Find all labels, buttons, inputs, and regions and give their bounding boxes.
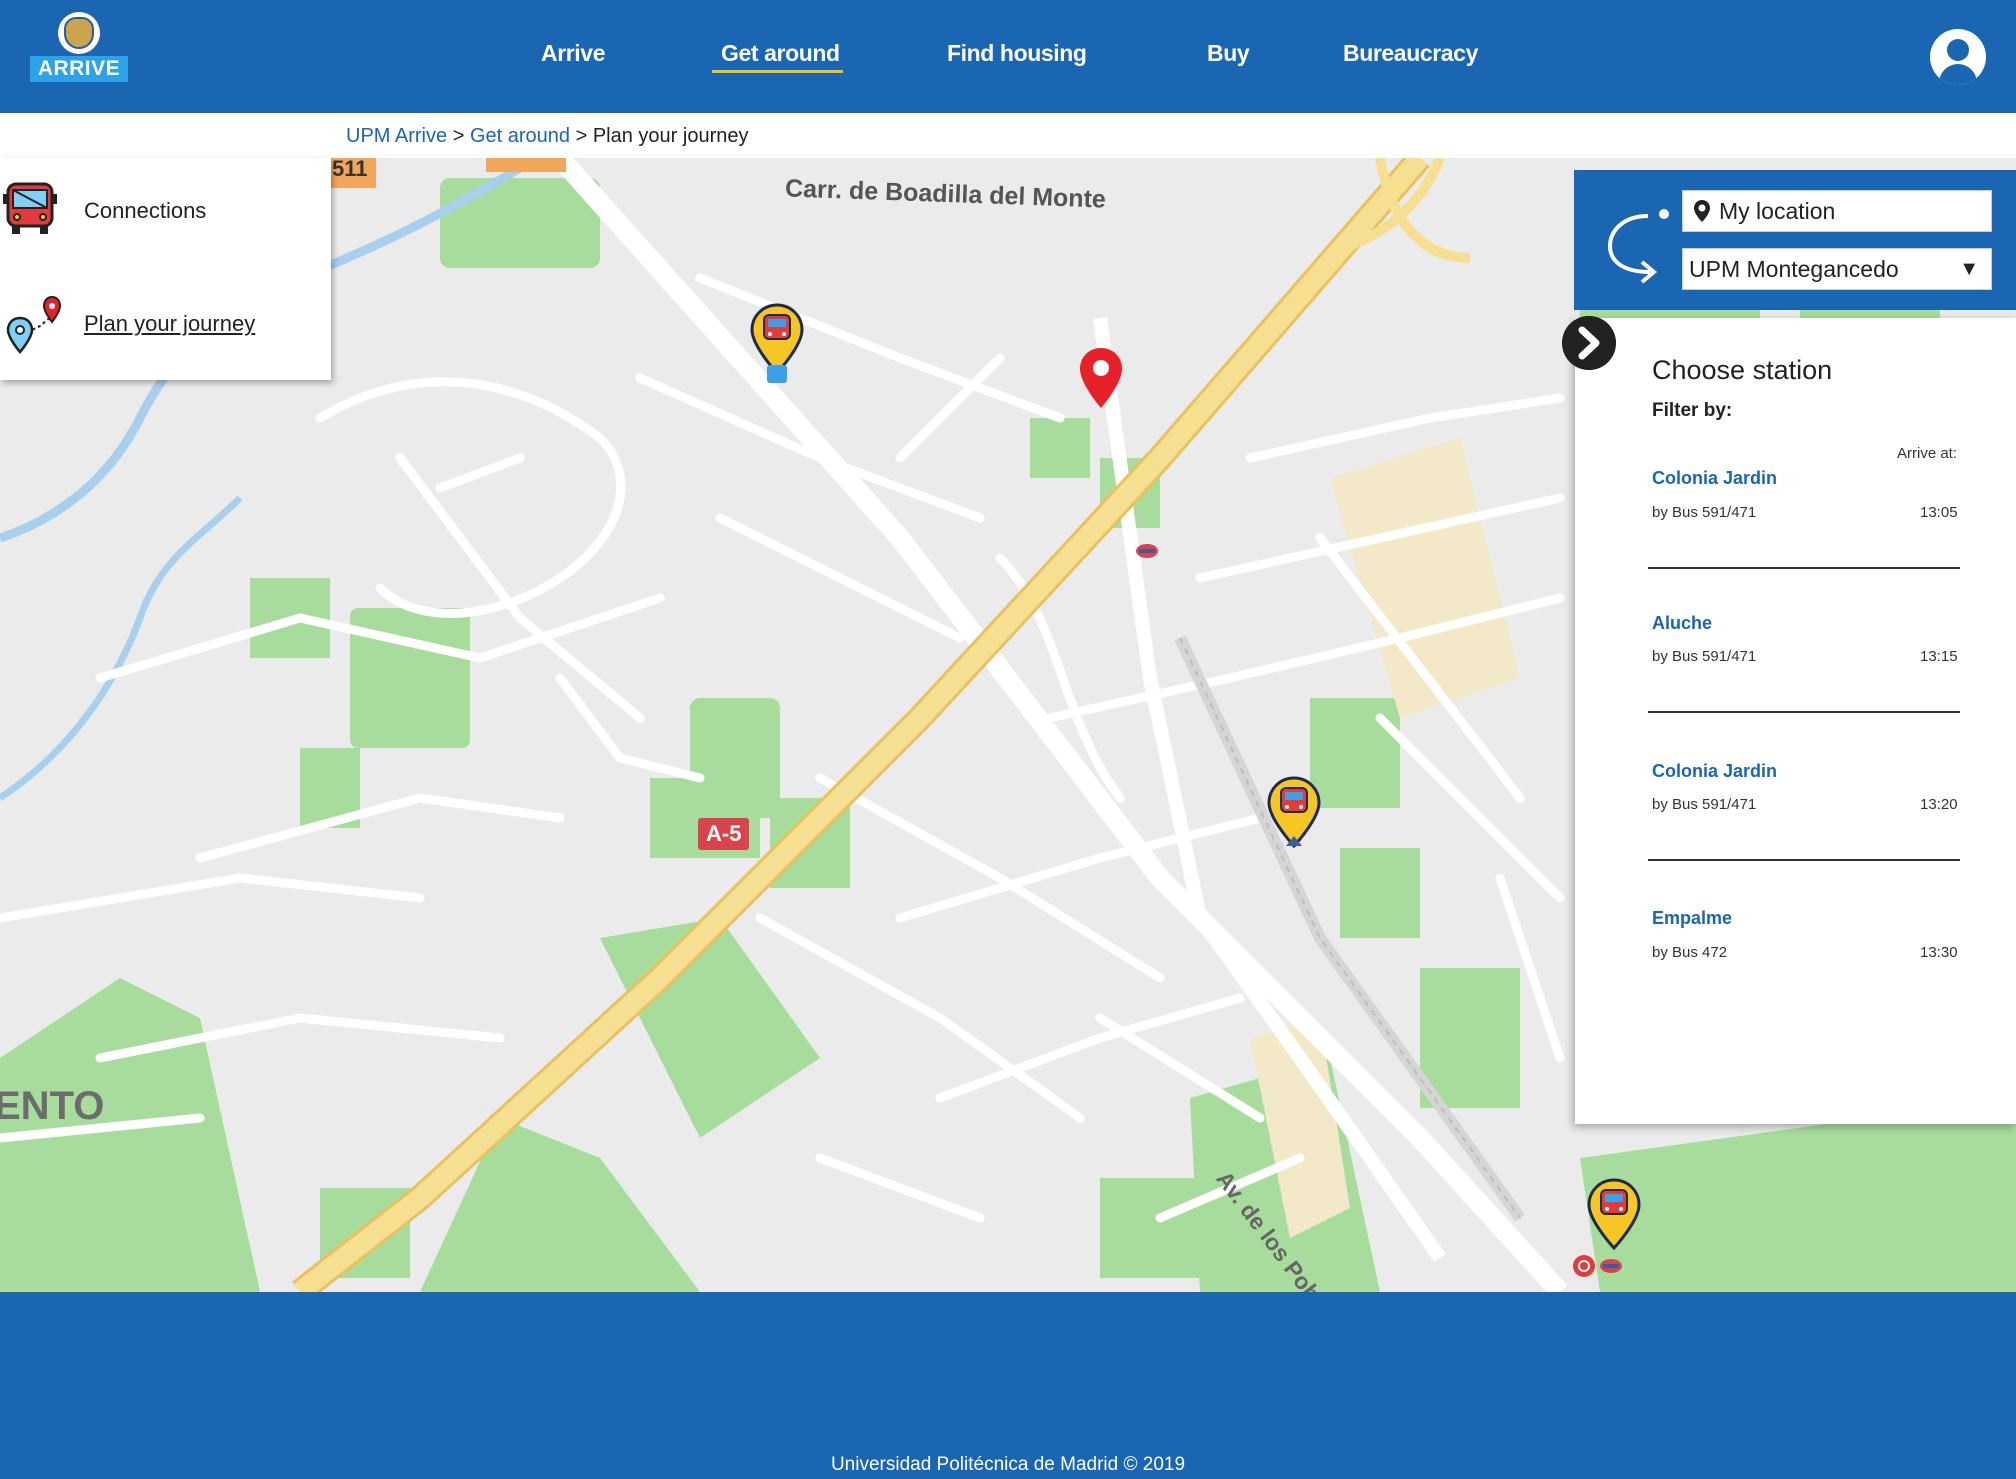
footer-copyright: Universidad Politécnica de Madrid © 2019 — [830, 1454, 1186, 1475]
station-arrival-time: 13:20 — [1920, 796, 1958, 813]
nav-arrive[interactable]: Arrive — [541, 40, 605, 67]
breadcrumb-bar: UPM Arrive > Get around > Plan your jour… — [0, 113, 2016, 159]
station-name[interactable]: Colonia Jardin — [1652, 468, 1777, 489]
station-arrival-time: 13:30 — [1920, 944, 1958, 961]
location-pin-icon[interactable] — [1078, 346, 1124, 410]
station-arrival-time: 13:15 — [1920, 648, 1958, 665]
station-transport: by Bus 591/471 — [1652, 504, 1757, 521]
destination-select[interactable]: UPM Montegancedo ▼ — [1682, 248, 1992, 290]
nav-buy[interactable]: Buy — [1207, 40, 1250, 67]
breadcrumb-separator: > — [452, 125, 465, 147]
destination-value: UPM Montegancedo — [1689, 256, 1899, 282]
station-name[interactable]: Aluche — [1652, 613, 1712, 634]
station-transport: by Bus 591/471 — [1652, 796, 1757, 813]
breadcrumb: UPM Arrive > Get around > Plan your jour… — [346, 125, 748, 148]
divider — [1648, 711, 1960, 713]
station-transport: by Bus 591/471 — [1652, 648, 1757, 665]
breadcrumb-current: Plan your journey — [592, 125, 749, 147]
dropdown-caret-icon: ▼ — [1959, 258, 1979, 280]
route-pins-icon — [6, 295, 62, 354]
station-name[interactable]: Empalme — [1652, 908, 1732, 929]
highway-shield-a5: A-5 — [698, 818, 750, 850]
divider — [1648, 567, 1960, 569]
station-transport: by Bus 472 — [1652, 944, 1728, 961]
arrive-at-label: Arrive at: — [1897, 445, 1958, 462]
origin-field[interactable]: My location — [1682, 190, 1992, 232]
user-avatar-icon[interactable] — [1930, 29, 1986, 85]
area-label: ENTO — [0, 1084, 105, 1128]
filter-label[interactable]: Filter by: — [1652, 400, 1732, 422]
logo-text: ARRIVE — [30, 56, 128, 82]
nav-find-housing[interactable]: Find housing — [947, 40, 1087, 67]
breadcrumb-get-around[interactable]: Get around — [470, 125, 570, 147]
train-station-pin-icon[interactable] — [1586, 1178, 1642, 1258]
train-station-pin-icon[interactable] — [1266, 776, 1322, 856]
menu-item-plan-journey[interactable]: Plan your journey — [84, 311, 255, 337]
side-menu: Connections Plan your journey — [0, 158, 331, 380]
map-marker-icon — [1694, 200, 1710, 222]
train-station-pin-icon[interactable] — [749, 303, 805, 383]
station-arrival-time: 13:05 — [1920, 504, 1958, 521]
nav-get-around[interactable]: Get around — [721, 40, 840, 67]
breadcrumb-separator: > — [575, 125, 588, 147]
top-navbar: ARRIVE Arrive Get around Find housing Bu… — [0, 0, 2016, 113]
train-stop-icon — [1573, 1255, 1595, 1277]
highway-shield-511: 511 — [332, 158, 368, 181]
divider — [1648, 859, 1960, 861]
menu-item-connections[interactable]: Connections — [84, 198, 206, 224]
arrive-logo[interactable]: ARRIVE — [30, 12, 128, 82]
metro-stop-icon — [1136, 544, 1158, 558]
bus-icon — [3, 182, 57, 234]
metro-stop-icon — [1600, 1259, 1622, 1273]
chevron-right-icon[interactable] — [1562, 316, 1616, 370]
station-panel: Choose station Filter by: Arrive at: Col… — [1575, 318, 2016, 1124]
active-nav-indicator — [712, 70, 843, 73]
nav-bureaucracy[interactable]: Bureaucracy — [1343, 40, 1478, 67]
footer: Universidad Politécnica de Madrid © 2019 — [0, 1292, 2016, 1479]
origin-value: My location — [1719, 198, 1836, 224]
station-panel-title: Choose station — [1652, 355, 1833, 385]
university-crest-icon — [58, 12, 100, 54]
breadcrumb-upm-arrive[interactable]: UPM Arrive — [346, 125, 447, 147]
station-name[interactable]: Colonia Jardin — [1652, 761, 1777, 782]
route-swap-icon[interactable] — [1602, 202, 1672, 284]
route-selector: My location UPM Montegancedo ▼ — [1574, 170, 2016, 310]
